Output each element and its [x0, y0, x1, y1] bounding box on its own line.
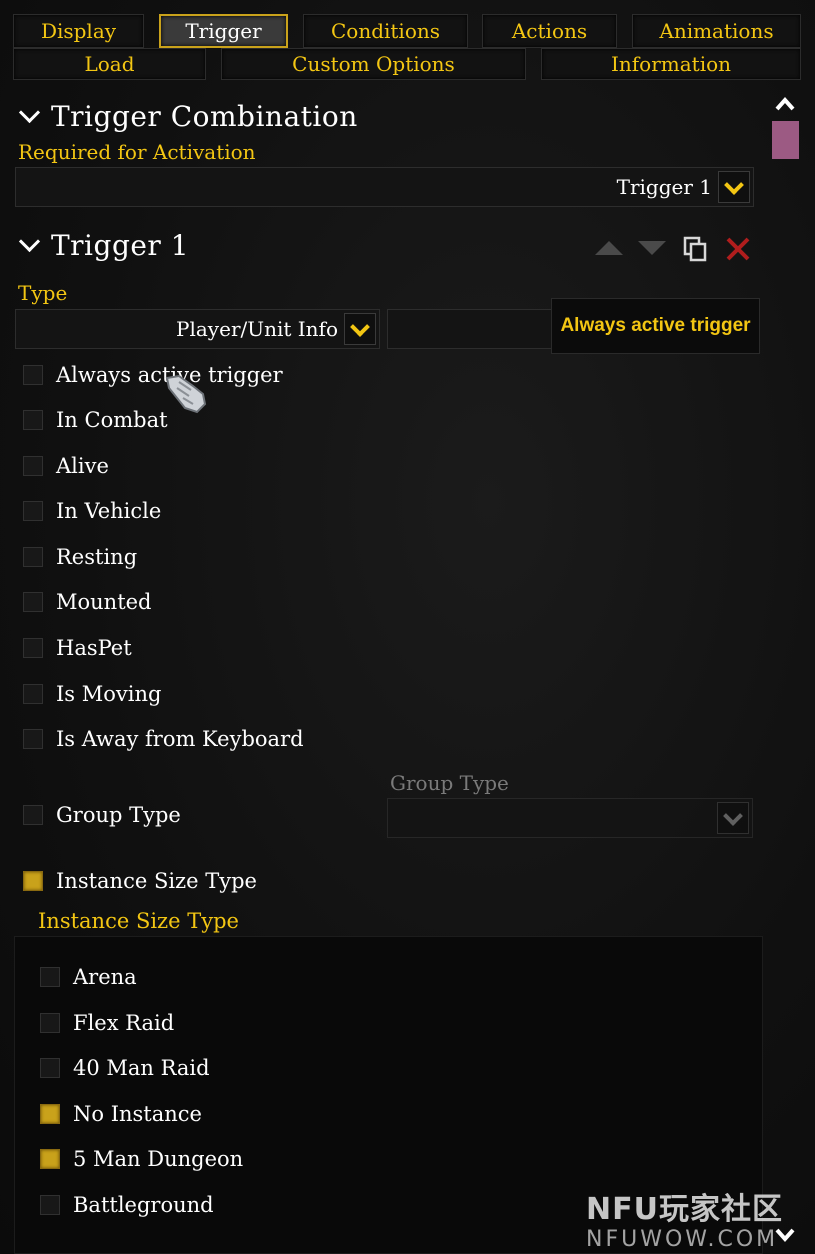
option-label: Resting	[56, 545, 138, 569]
instance-size-type-label: Instance Size Type	[38, 909, 239, 933]
option-instance-size-type[interactable]: Instance Size Type	[23, 869, 257, 893]
option-always-active[interactable]: Always active trigger	[23, 363, 283, 387]
checkbox[interactable]	[40, 1013, 60, 1033]
scroll-up-icon[interactable]	[774, 95, 796, 117]
checkbox[interactable]	[23, 805, 43, 825]
trigger-1-header[interactable]: Trigger 1	[16, 229, 189, 262]
scrollbar[interactable]	[770, 90, 800, 1254]
duplicate-icon[interactable]	[683, 236, 707, 266]
option-is-afk[interactable]: Is Away from Keyboard	[23, 727, 304, 751]
instance-arena[interactable]: Arena	[40, 965, 137, 989]
dropdown-button[interactable]	[717, 802, 749, 834]
checkbox[interactable]	[40, 1104, 60, 1124]
checkbox[interactable]	[40, 1195, 60, 1215]
tooltip: Always active trigger	[551, 298, 760, 354]
option-resting[interactable]: Resting	[23, 545, 137, 569]
option-label: Mounted	[56, 590, 152, 614]
option-alive[interactable]: Alive	[23, 454, 109, 478]
cursor-gauntlet-icon	[163, 372, 209, 420]
collapse-chevron-icon	[18, 101, 41, 124]
chevron-down-icon	[723, 805, 743, 826]
checkbox[interactable]	[23, 592, 43, 612]
group-type-field-label: Group Type	[390, 771, 509, 795]
required-activation-dropdown[interactable]: Trigger 1	[15, 167, 754, 207]
option-label: Alive	[56, 454, 109, 478]
instance-battleground[interactable]: Battleground	[40, 1193, 214, 1217]
dropdown-value: Player/Unit Info	[176, 317, 338, 341]
tab-custom-options[interactable]: Custom Options	[221, 48, 526, 80]
watermark-bottom: NFUWOW.COM	[586, 1227, 779, 1252]
option-label: Is Away from Keyboard	[56, 727, 304, 751]
chevron-down-icon	[724, 174, 744, 195]
checkbox[interactable]	[23, 729, 43, 749]
move-up-icon[interactable]	[594, 240, 624, 260]
tab-actions[interactable]: Actions	[482, 14, 617, 48]
option-is-moving[interactable]: Is Moving	[23, 682, 161, 706]
option-label: 5 Man Dungeon	[73, 1147, 244, 1171]
option-label: Battleground	[73, 1193, 214, 1217]
watermark-logo: NFU玩家社区 NFUWOW.COM	[586, 1195, 783, 1251]
move-down-icon[interactable]	[637, 240, 667, 260]
scroll-thumb[interactable]	[772, 121, 799, 159]
dropdown-value: Trigger 1	[616, 175, 712, 199]
section-title: Trigger 1	[51, 229, 190, 262]
instance-5-man-dungeon[interactable]: 5 Man Dungeon	[40, 1147, 243, 1171]
option-label: In Combat	[56, 408, 168, 432]
trigger-type-dropdown[interactable]: Player/Unit Info	[15, 309, 380, 349]
option-label: No Instance	[73, 1102, 202, 1126]
instance-40-man-raid[interactable]: 40 Man Raid	[40, 1056, 210, 1080]
group-type-dropdown[interactable]	[387, 798, 753, 838]
chevron-down-icon	[350, 316, 370, 337]
option-label: Flex Raid	[73, 1011, 175, 1035]
required-for-activation-label: Required for Activation	[18, 140, 256, 164]
option-label: In Vehicle	[56, 499, 162, 523]
tab-trigger[interactable]: Trigger	[159, 14, 288, 48]
dropdown-button[interactable]	[344, 313, 376, 345]
tab-conditions[interactable]: Conditions	[303, 14, 468, 48]
collapse-chevron-icon	[18, 230, 41, 253]
checkbox[interactable]	[23, 638, 43, 658]
trigger-combination-header[interactable]: Trigger Combination	[16, 100, 358, 133]
checkbox[interactable]	[40, 967, 60, 987]
checkbox[interactable]	[23, 456, 43, 476]
checkbox[interactable]	[40, 1058, 60, 1078]
checkbox[interactable]	[40, 1149, 60, 1169]
option-label: Instance Size Type	[56, 869, 257, 893]
dropdown-button[interactable]	[718, 171, 750, 203]
section-title: Trigger Combination	[51, 100, 358, 133]
option-label: HasPet	[56, 636, 132, 660]
checkbox[interactable]	[23, 365, 43, 385]
instance-no-instance[interactable]: No Instance	[40, 1102, 202, 1126]
tab-display[interactable]: Display	[13, 14, 144, 48]
option-mounted[interactable]: Mounted	[23, 590, 152, 614]
tab-load[interactable]: Load	[13, 48, 206, 80]
option-in-vehicle[interactable]: In Vehicle	[23, 499, 161, 523]
option-label: Arena	[73, 965, 137, 989]
option-label: Is Moving	[56, 682, 162, 706]
checkbox[interactable]	[23, 547, 43, 567]
checkbox[interactable]	[23, 684, 43, 704]
tab-information[interactable]: Information	[541, 48, 801, 80]
type-label: Type	[18, 281, 68, 305]
tab-animations[interactable]: Animations	[632, 14, 801, 48]
checkbox[interactable]	[23, 410, 43, 430]
watermark-top: NFU玩家社区	[586, 1192, 783, 1227]
checkbox[interactable]	[23, 501, 43, 521]
option-haspet[interactable]: HasPet	[23, 636, 132, 660]
instance-flex-raid[interactable]: Flex Raid	[40, 1011, 174, 1035]
option-label: 40 Man Raid	[73, 1056, 210, 1080]
checkbox[interactable]	[23, 871, 43, 891]
option-in-combat[interactable]: In Combat	[23, 408, 168, 432]
delete-icon[interactable]	[725, 236, 751, 266]
option-label: Group Type	[56, 803, 181, 827]
option-group-type[interactable]: Group Type	[23, 803, 181, 827]
